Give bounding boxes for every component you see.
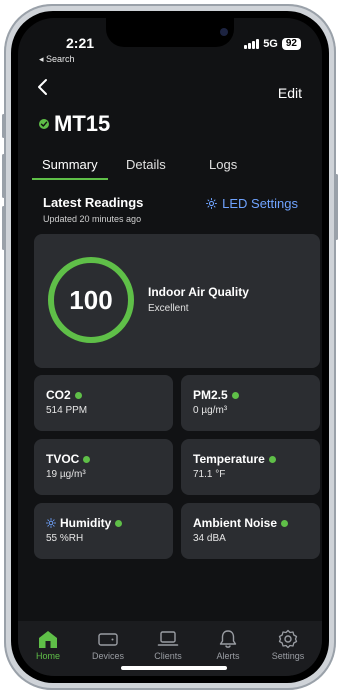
status-dot [83,455,91,463]
led-settings-link[interactable]: LED Settings [206,196,298,211]
metric-name: CO2 [46,388,71,402]
mute-switch [2,114,5,138]
tab-details[interactable]: Details [126,157,166,172]
metric-name-row: Humidity [46,516,123,530]
metric-card-tvoc[interactable]: TVOC 19 µg/m³ [34,439,173,495]
power-button [335,174,338,240]
nav-home[interactable]: Home [22,629,74,661]
metric-card-temperature[interactable]: Temperature 71.1 °F [181,439,320,495]
air-quality-score: 100 [69,284,113,315]
metric-value: 34 dBA [193,533,226,544]
nav-label: Alerts [216,651,240,661]
metric-name: Ambient Noise [193,516,278,530]
signal-icon [244,39,260,49]
camera-icon [220,28,228,36]
nav-label: Clients [154,651,182,661]
status-dot [115,519,123,527]
status-dot [268,455,276,463]
nav-settings[interactable]: Settings [262,629,314,661]
metric-value: 514 PPM [46,405,88,416]
metric-name: PM2.5 [193,388,228,402]
home-indicator[interactable] [121,666,227,670]
edit-button[interactable]: Edit [278,85,302,101]
tab-logs[interactable]: Logs [209,157,237,172]
metric-value: 19 µg/m³ [46,469,86,480]
metric-card-pm25[interactable]: PM2.5 0 µg/m³ [181,375,320,431]
metric-card-humidity[interactable]: Humidity 55 %RH [34,503,173,559]
bell-icon [219,630,237,648]
nav-clients[interactable]: Clients [142,629,194,661]
devices-icon [98,633,118,646]
back-button[interactable] [36,78,50,101]
air-quality-status: Excellent [148,303,189,314]
app-screen: 2:21 ◂ Search 5G 92 Edit MT15 Summary De… [18,18,322,676]
nav-alerts[interactable]: Alerts [202,629,254,661]
status-dot [231,391,239,399]
latest-readings-heading: Latest Readings [43,195,144,210]
nav-label: Settings [271,651,305,661]
device-title: MT15 [39,111,110,137]
status-dot [74,391,82,399]
metric-value: 0 µg/m³ [193,405,228,416]
chevron-left-icon [38,79,47,95]
metric-name-row: TVOC [46,452,91,466]
air-quality-gauge: 100 [48,257,134,343]
volume-up-button [2,154,5,198]
tab-summary[interactable]: Summary [42,157,98,172]
status-time: 2:21 [66,35,95,51]
air-quality-card[interactable]: 100 Indoor Air Quality Excellent [34,234,320,368]
device-name: MT15 [54,111,111,136]
metric-name-row: Ambient Noise [193,516,289,530]
active-tab-indicator [32,178,108,180]
air-quality-label: Indoor Air Quality [148,285,249,299]
nav-label: Devices [91,651,124,661]
metric-card-co2[interactable]: CO2 514 PPM [34,375,173,431]
metric-card-ambient-noise[interactable]: Ambient Noise 34 dBA [181,503,320,559]
status-dot [281,519,289,527]
metric-name-row: CO2 [46,388,82,402]
metric-name: Temperature [193,452,265,466]
gear-icon [278,629,298,649]
clients-icon [157,631,179,646]
sun-icon [46,518,56,528]
updated-timestamp: Updated 20 minutes ago [43,214,142,224]
battery-icon: 92 [281,38,301,50]
online-check-icon [39,119,49,129]
metric-value: 55 %RH [46,533,84,544]
metric-name-row: PM2.5 [193,388,239,402]
volume-down-button [2,206,5,250]
sun-icon [206,198,218,209]
metric-value: 71.1 °F [193,469,226,480]
nav-devices[interactable]: Devices [82,629,134,661]
metric-name-row: Temperature [193,452,276,466]
status-indicators: 5G 92 [244,38,301,50]
phone-bezel: 2:21 ◂ Search 5G 92 Edit MT15 Summary De… [11,11,329,683]
tab-bar: Summary Details Logs [32,157,314,180]
notch [106,18,234,47]
phone-frame: 2:21 ◂ Search 5G 92 Edit MT15 Summary De… [2,4,338,690]
home-icon [39,631,57,648]
back-to-search-link[interactable]: ◂ Search [39,54,75,65]
metric-name: TVOC [46,452,80,466]
led-settings-label: LED Settings [222,196,298,211]
network-type: 5G [263,38,278,50]
metric-name: Humidity [60,516,112,530]
nav-label: Home [35,651,60,661]
